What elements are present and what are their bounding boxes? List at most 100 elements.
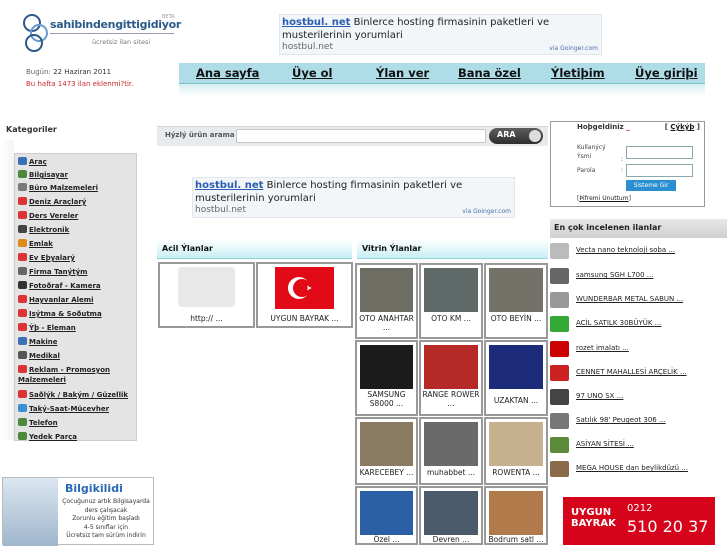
username-input[interactable] [626, 146, 693, 159]
ad-photo [3, 478, 58, 546]
listing-image [489, 345, 543, 389]
username-label: Kullanýcý Ýsmi [577, 144, 606, 160]
category-item[interactable]: Taký-Saat-Mücevher [18, 404, 109, 413]
ad-phone-prefix: 0212 [627, 503, 653, 514]
showcase-item[interactable]: muhabbet ... [419, 417, 483, 485]
item-thumb [550, 365, 569, 381]
logo-beta: BETA [162, 14, 175, 20]
password-label: Parola [577, 167, 596, 174]
listing-label: Devren ... [432, 535, 470, 544]
showcase-item[interactable]: OTO KM ... [419, 263, 483, 339]
category-icon [18, 239, 27, 247]
ad-title[interactable]: hostbul. net [195, 180, 263, 191]
category-item[interactable]: Hayvanlar Alemi [18, 295, 93, 304]
showcase-item[interactable]: ROWENTA ... [484, 417, 548, 485]
category-list: Araç Bilgisayar Büro Malzemeleri Deniz A… [14, 153, 137, 441]
showcase-item[interactable]: Özel ... [355, 486, 418, 545]
listing-image [424, 345, 478, 389]
category-item[interactable]: Yedek Parça [18, 432, 77, 441]
listing-image [489, 422, 543, 466]
logo-icon [23, 14, 48, 52]
most-viewed-title: En çok incelenen ilanlar [550, 219, 727, 238]
most-viewed-item[interactable]: MEGA HOUSE dan beylikdüzü ... [550, 460, 727, 478]
category-icon [18, 197, 27, 205]
uygun-bayrak-ad[interactable]: UYGUN BAYRAK 0212 510 20 37 [563, 497, 715, 545]
nav-post-ad[interactable]: Ýlan ver [376, 66, 429, 80]
category-item[interactable]: Bilgisayar [18, 170, 68, 179]
category-item[interactable]: Ýþ - Eleman [18, 323, 76, 332]
category-icon [18, 225, 27, 233]
item-thumb [550, 413, 569, 429]
most-viewed-item[interactable]: CENNET MAHALLESİ ARÇELİK ... [550, 364, 727, 382]
category-item[interactable]: Deniz Araçlarý [18, 197, 86, 206]
item-thumb [550, 341, 569, 357]
most-viewed-item[interactable]: rozet imalatı ... [550, 340, 727, 358]
nav-for-me[interactable]: Bana özel [458, 66, 521, 80]
category-icon [18, 351, 27, 359]
nav-home[interactable]: Ana sayfa [196, 66, 259, 80]
nav-login[interactable]: Üye giriþi [635, 66, 698, 80]
login-button[interactable]: Sisteme Gir [626, 180, 676, 191]
nav-contact[interactable]: Ýletiþim [551, 66, 605, 80]
urgent-item[interactable]: UYGUN BAYRAK ... [256, 262, 353, 328]
category-item[interactable]: Emlak [18, 239, 53, 248]
showcase-item[interactable]: UZAKTAN ... [484, 340, 548, 416]
urgent-header: Acil Ýlanlar [157, 239, 352, 259]
category-item[interactable]: Ders Vereler [18, 211, 78, 220]
category-icon [18, 267, 27, 275]
today-date: Bugün: 22 Haziran 2011 [26, 68, 112, 76]
category-icon [18, 390, 27, 398]
greeting: Hoþgeldiniz _ [577, 123, 630, 131]
category-item[interactable]: Isýtma & Soðutma [18, 309, 102, 318]
bilgikilidi-ad[interactable]: Bilgikilidi Çocuğunuz artık Bilgisayarda… [2, 477, 154, 546]
category-item[interactable]: Reklam - Promosyon Malzemeleri [18, 365, 136, 385]
forgot-password-link[interactable]: [Þifremi Unuttum] [577, 195, 631, 202]
search-button[interactable]: ARA [489, 128, 543, 144]
listing-label: http:// ... [190, 314, 223, 323]
most-viewed-item[interactable]: samsung SGH L700 ... [550, 267, 727, 285]
category-item[interactable]: Makine [18, 337, 57, 346]
ad-phone: 510 20 37 [627, 517, 709, 536]
logout-link[interactable]: [ Çýkýþ ] [665, 123, 700, 131]
nav-register[interactable]: Üye ol [292, 66, 332, 80]
showcase-item[interactable]: RANGE ROWER ... [419, 340, 483, 416]
most-viewed-item[interactable]: Vecta nano teknoloji soba ... [550, 242, 727, 260]
category-item[interactable]: Fotoðraf - Kamera [18, 281, 101, 290]
listing-image [360, 491, 413, 535]
category-item[interactable]: Saðlýk / Bakým / Güzellik [18, 390, 128, 399]
showcase-item[interactable]: SAMSUNG S8000 ... [355, 340, 418, 416]
urgent-item[interactable]: http:// ... [158, 262, 255, 328]
top-ad[interactable]: hostbul. net Binlerce hosting firmasinin… [279, 14, 602, 55]
showcase-item[interactable]: KARECEBEY ... [355, 417, 418, 485]
category-item[interactable]: Firma Tanýtým [18, 267, 87, 276]
most-viewed-item[interactable]: 97 UNO SX ... [550, 388, 727, 406]
most-viewed-item[interactable]: Satılık 98' Peugeot 306 ... [550, 412, 727, 430]
category-item[interactable]: Araç [18, 157, 47, 166]
showcase-item[interactable]: Bodrum satl ... [484, 486, 548, 545]
category-icon [18, 281, 27, 289]
most-viewed-item[interactable]: ASİYAN SİTESİ ... [550, 436, 727, 454]
showcase-item[interactable]: OTO ANAHTAR ... [355, 263, 418, 339]
site-logo[interactable]: sahibindengittigidiyor ücretsiz ilan sit… [22, 10, 181, 57]
category-item[interactable]: Elektronik [18, 225, 69, 234]
category-item[interactable]: Medikal [18, 351, 60, 360]
login-box: Hoþgeldiniz _ [ Çýkýþ ] Kullanýcý Ýsmi :… [550, 121, 705, 207]
search-input[interactable] [236, 129, 486, 143]
listing-label: SAMSUNG S8000 ... [367, 390, 406, 408]
category-item[interactable]: Telefon [18, 418, 58, 427]
ad-title[interactable]: hostbul. net [282, 17, 350, 28]
password-input[interactable] [626, 164, 693, 177]
category-icon [18, 157, 27, 165]
showcase-item[interactable]: Devren ... [419, 486, 483, 545]
showcase-item[interactable]: OTO BEYİN ... [484, 263, 548, 339]
category-icon [18, 418, 27, 426]
category-item[interactable]: Büro Malzemeleri [18, 183, 98, 192]
ad-via[interactable]: via Goinger.com [462, 208, 511, 215]
listing-image [489, 268, 543, 312]
most-viewed-item[interactable]: ACİL SATILK 30BÜYÜK ... [550, 315, 727, 333]
category-item[interactable]: Ev Eþyalarý [18, 253, 75, 262]
listing-image [360, 345, 413, 389]
ad-via[interactable]: via Goinger.com [549, 45, 598, 52]
most-viewed-item[interactable]: WUNDERBAR METAL SABUN ... [550, 291, 727, 309]
middle-ad[interactable]: hostbul. net Binlerce hosting firmasinin… [192, 177, 515, 218]
